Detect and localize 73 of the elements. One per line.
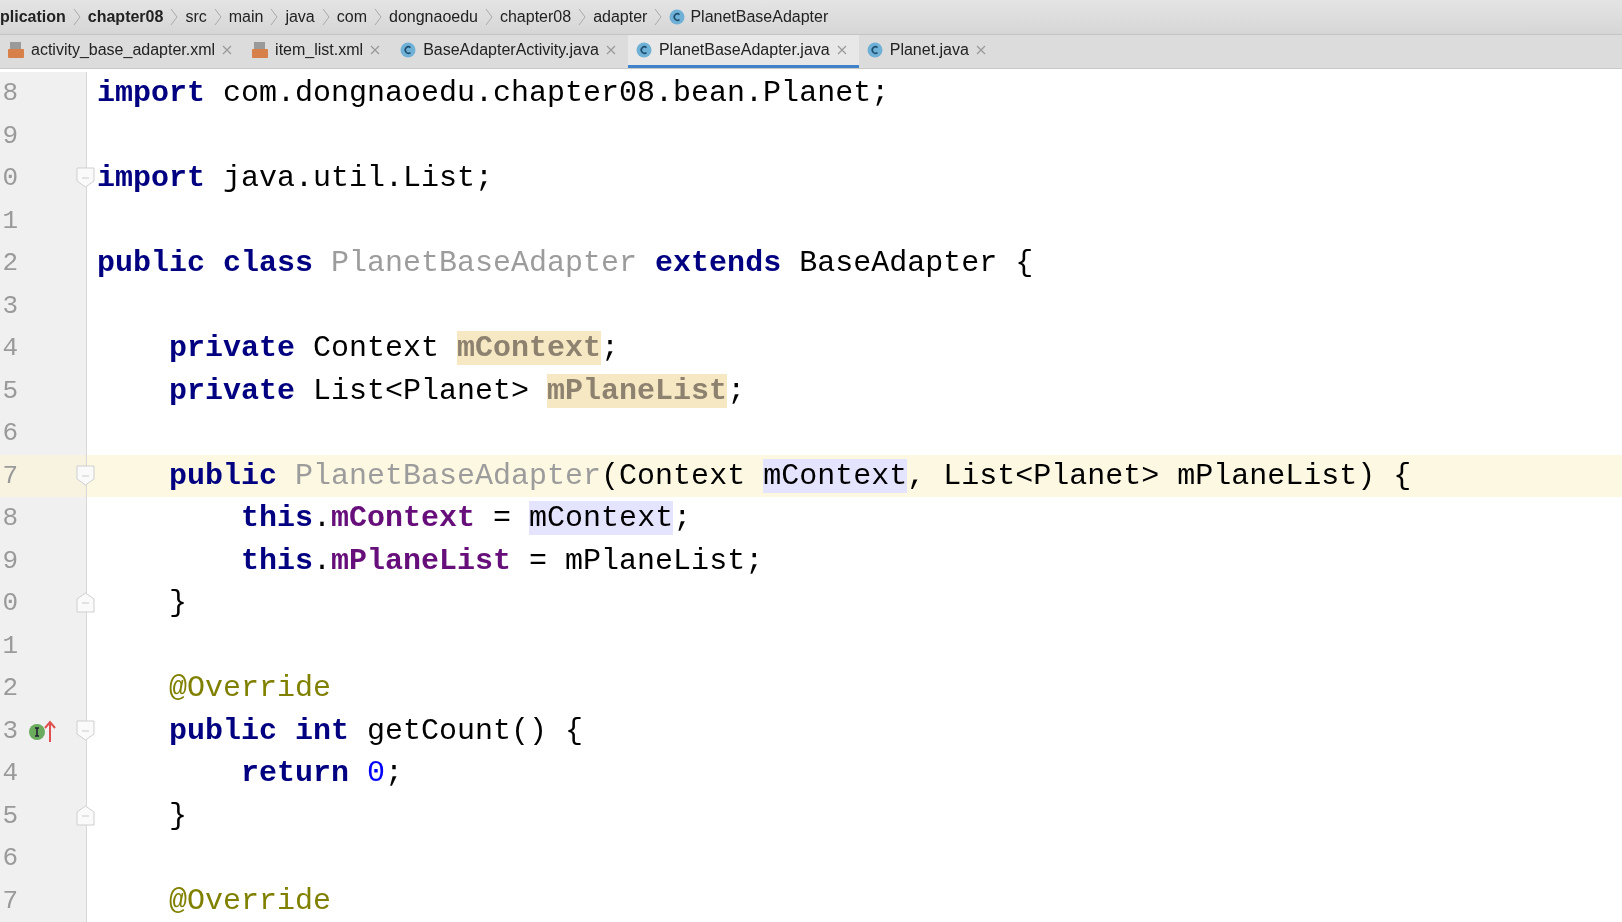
code-line: public int getCount() { <box>168 713 584 748</box>
xml-file-icon <box>8 41 24 59</box>
close-icon[interactable] <box>975 45 986 55</box>
line-number: 8 <box>1 78 18 109</box>
close-icon[interactable] <box>222 45 233 55</box>
close-icon[interactable] <box>836 45 847 55</box>
fold-marker-icon[interactable] <box>76 592 95 613</box>
code-line: private Context mContext; <box>168 331 620 366</box>
code-line: import com.dongnaoedu.chapter08.bean.Planet; <box>96 76 890 111</box>
code-line: import java.util.List; <box>96 161 494 196</box>
chevron-icon <box>212 7 223 27</box>
class-icon <box>866 42 883 58</box>
chevron-icon <box>577 7 588 27</box>
breadcrumb-item[interactable]: plication <box>0 8 66 26</box>
chevron-icon <box>653 7 664 27</box>
chevron-icon <box>373 7 383 27</box>
chevron-icon <box>269 7 280 27</box>
line-number: 5 <box>1 800 18 831</box>
chevron-icon <box>169 7 180 27</box>
code-line: public class PlanetBaseAdapter extends BaseAdapter { <box>96 246 1034 281</box>
line-number: 2 <box>1 673 18 704</box>
line-number: 3 <box>1 715 18 746</box>
xml-file-icon <box>252 41 269 59</box>
line-number: 9 <box>1 120 18 151</box>
editor-tab[interactable]: item_list.xml <box>244 35 393 68</box>
line-number: 9 <box>1 545 18 576</box>
code-line: return 0; <box>240 756 404 791</box>
chevron-icon <box>483 7 494 27</box>
line-number: 5 <box>1 375 18 406</box>
breadcrumb-item[interactable]: chapter08 <box>499 8 572 26</box>
editor-tab[interactable]: activity_base_adapter.xml <box>0 35 245 68</box>
line-number: 1 <box>1 630 18 661</box>
chevron-icon <box>320 7 331 27</box>
breadcrumb-item[interactable]: src <box>185 8 207 26</box>
fold-marker-icon[interactable] <box>76 464 95 486</box>
fold-marker-icon[interactable] <box>76 167 95 188</box>
line-number: 2 <box>1 248 18 279</box>
class-icon <box>669 9 686 25</box>
breadcrumb-item[interactable]: chapter08 <box>87 8 164 26</box>
line-number: 8 <box>1 503 18 534</box>
class-icon <box>635 42 652 58</box>
code-line: } <box>168 798 187 833</box>
line-number: 6 <box>1 418 18 449</box>
code-line: this.mPlaneList = mPlaneList; <box>240 543 764 578</box>
line-number: 4 <box>1 758 18 789</box>
breadcrumb-item[interactable]: main <box>228 8 264 26</box>
code-line: private List<Planet> mPlaneList; <box>168 373 746 408</box>
line-number: 1 <box>1 205 18 236</box>
breadcrumb-item[interactable]: com <box>336 8 367 26</box>
code-line: } <box>168 586 187 621</box>
line-number: 0 <box>1 163 18 194</box>
close-icon[interactable] <box>605 45 616 55</box>
line-number: 6 <box>1 843 18 874</box>
breadcrumb-item[interactable]: PlanetBaseAdapter <box>669 8 829 26</box>
breadcrumb-item[interactable]: adapter <box>593 8 648 26</box>
editor-tab[interactable]: PlanetBaseAdapter.java <box>627 35 859 68</box>
line-number: 7 <box>1 885 18 916</box>
line-number: 3 <box>1 290 18 321</box>
breadcrumb-item[interactable]: java <box>285 8 315 26</box>
line-number: 4 <box>1 333 18 364</box>
chevron-icon <box>71 7 82 27</box>
code-line: @Override <box>168 883 332 918</box>
code-line: @Override <box>168 671 332 706</box>
editor-tab[interactable]: BaseAdapterActivity.java <box>392 35 628 68</box>
breadcrumb-item[interactable]: dongnaoedu <box>389 8 478 26</box>
line-number: 0 <box>1 588 18 619</box>
fold-marker-icon[interactable] <box>76 804 95 826</box>
class-icon <box>400 42 417 58</box>
close-icon[interactable] <box>370 45 381 55</box>
editor-tab[interactable]: Planet.java <box>858 35 998 68</box>
line-number: 7 <box>1 460 18 491</box>
code-line: this.mContext = mContext; <box>240 501 692 536</box>
fold-marker-icon[interactable] <box>76 719 95 741</box>
